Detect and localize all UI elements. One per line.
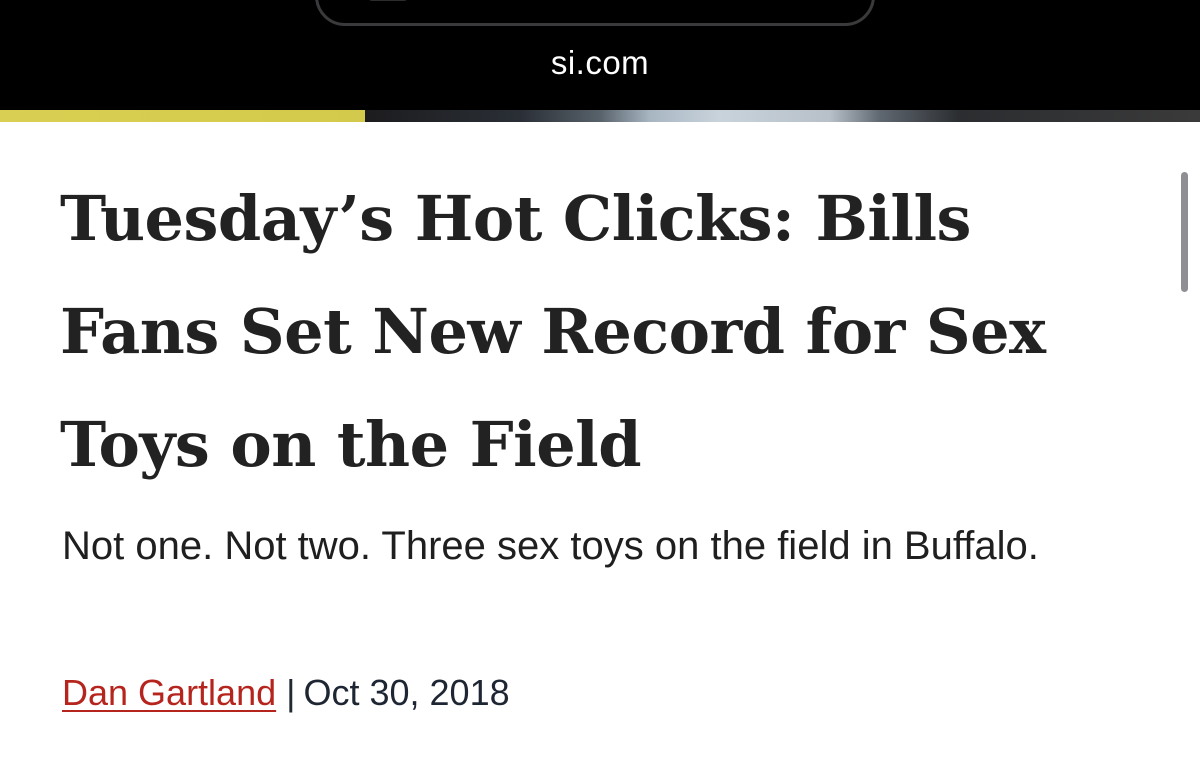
- article-headline: Tuesday’s Hot Clicks: Bills Fans Set New…: [60, 182, 1046, 481]
- browser-address-bar: si.com: [0, 0, 1200, 110]
- author-link[interactable]: Dan Gartland: [62, 672, 276, 713]
- url-field-handle: [368, 0, 408, 1]
- page-scrollbar[interactable]: [1181, 172, 1188, 292]
- byline-separator: |: [286, 672, 296, 713]
- site-domain[interactable]: si.com: [0, 44, 1200, 82]
- article-dek: Not one. Not two. Three sex toys on the …: [62, 524, 1039, 568]
- article-header: Tuesday’s Hot Clicks: Bills Fans Set New…: [0, 122, 1200, 775]
- hero-image-edge: [0, 110, 1200, 122]
- article-byline: Dan Gartland | Oct 30, 2018: [62, 672, 510, 714]
- publish-date: Oct 30, 2018: [303, 672, 510, 713]
- url-field[interactable]: [315, 0, 875, 26]
